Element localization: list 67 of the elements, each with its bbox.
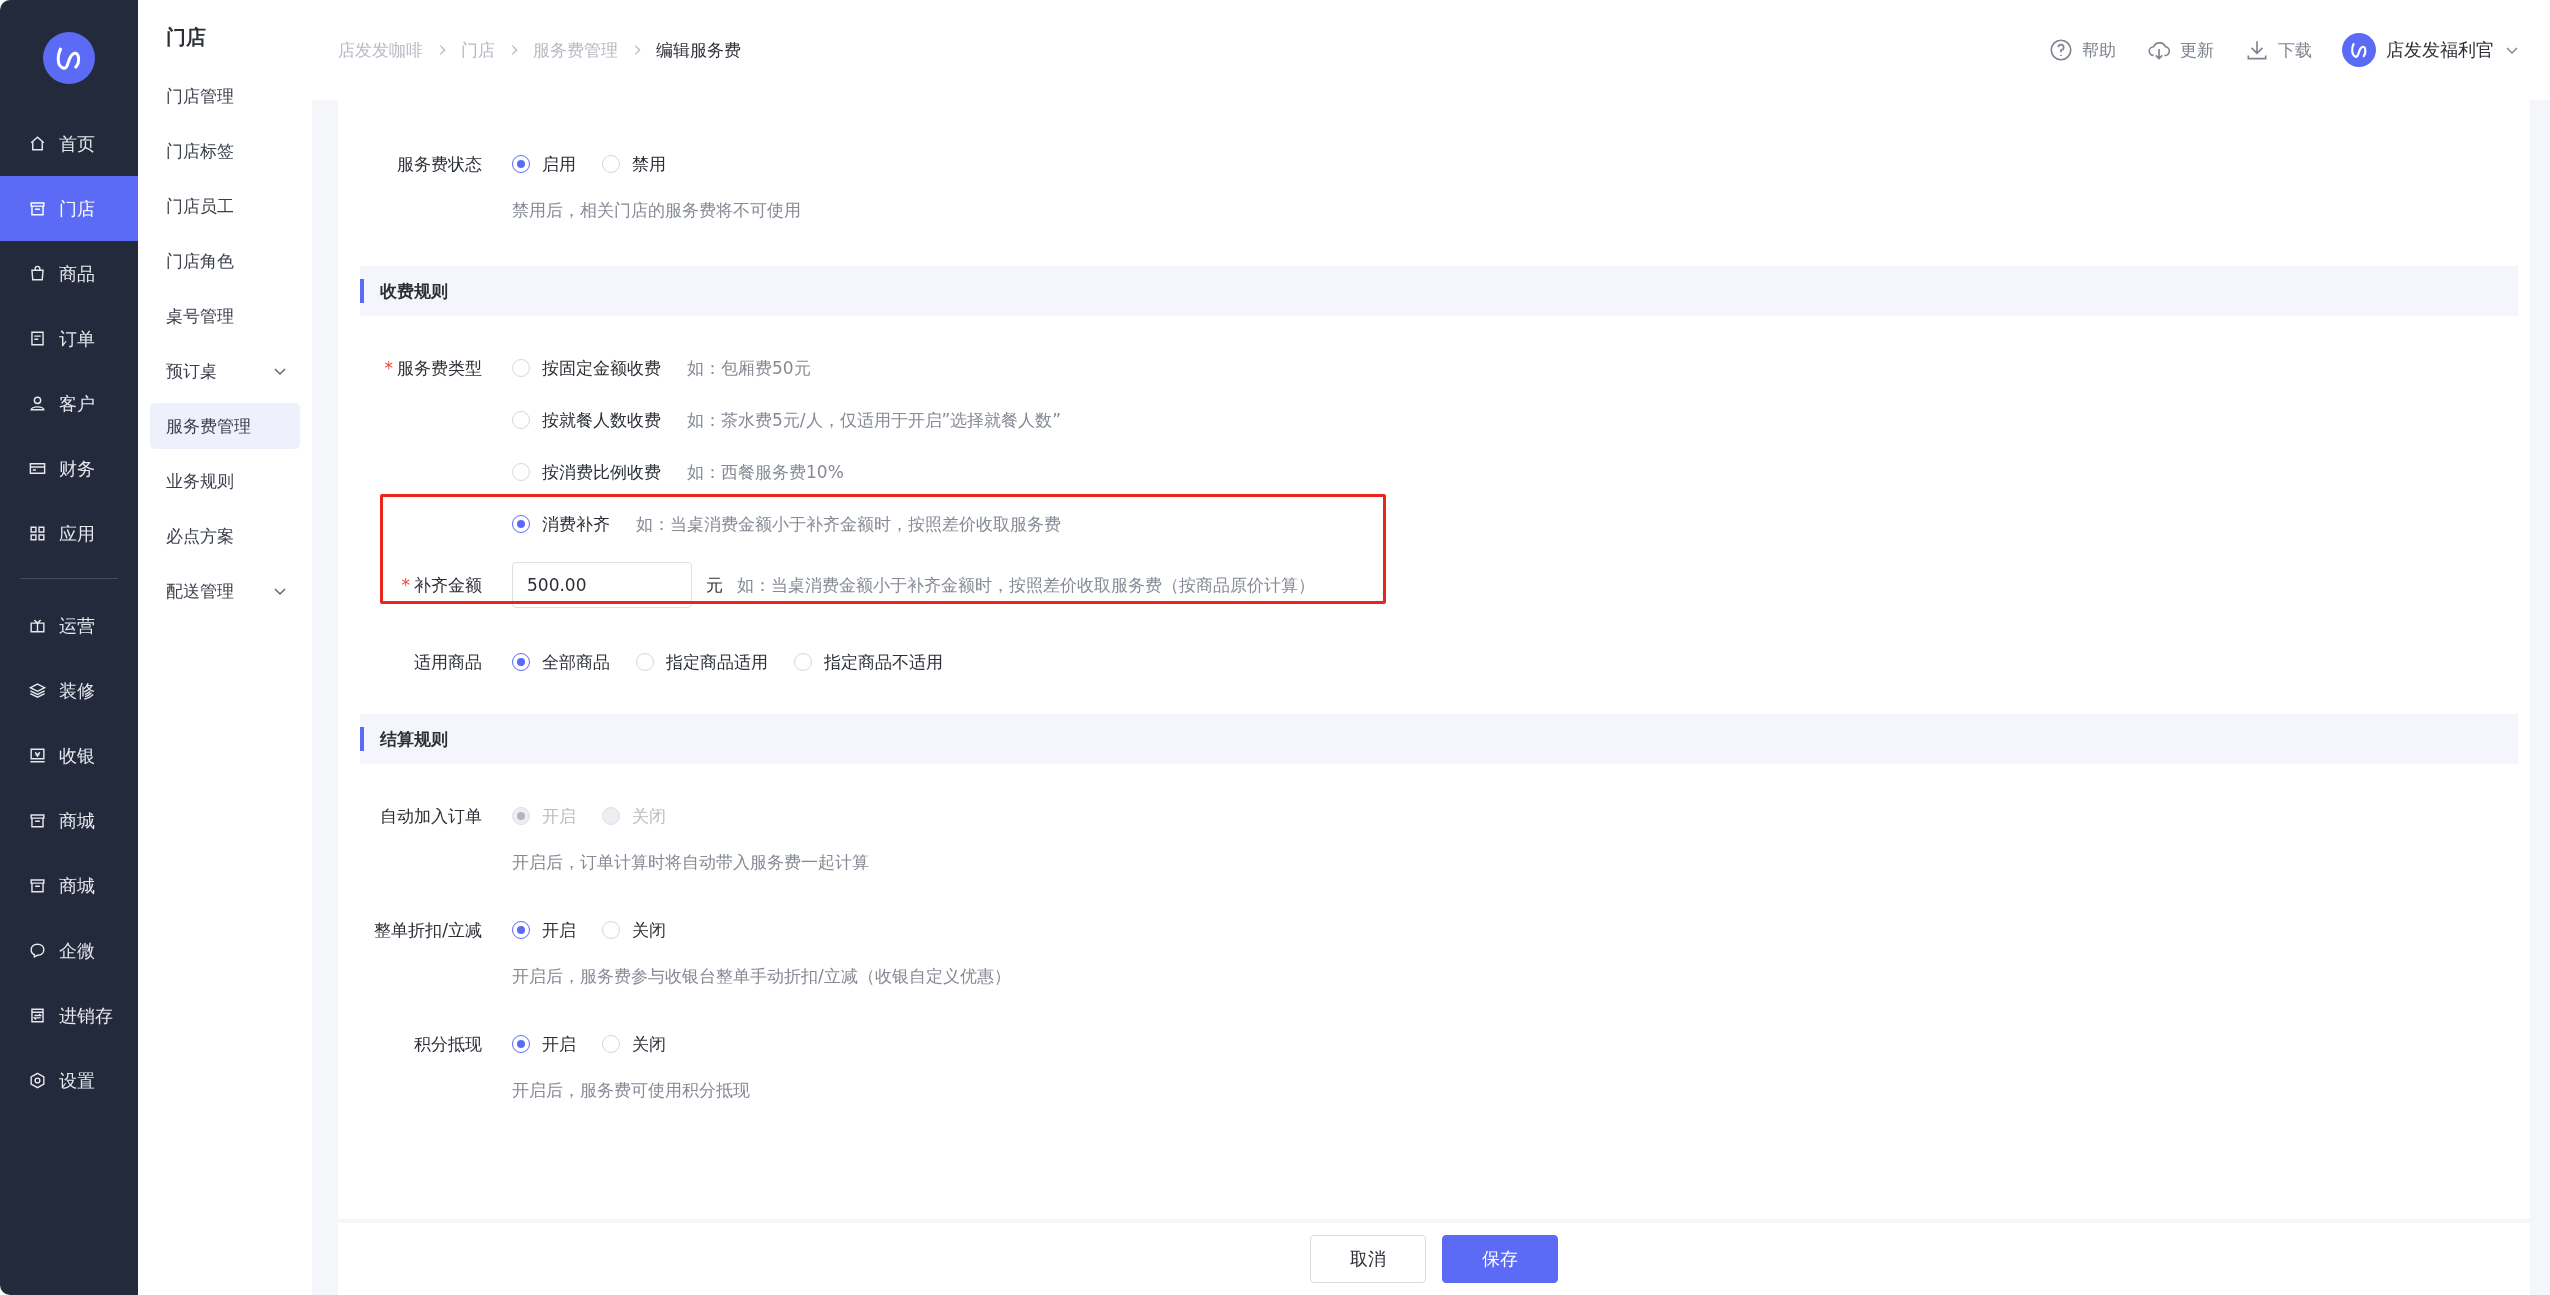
hint-text: 开启后，订单计算时将自动带入服务费一起计算 [512, 851, 869, 874]
nav-item[interactable]: 企微 [0, 918, 138, 983]
hint-text: 开启后，服务费参与收银台整单手动折扣/立减（收银自定义优惠） [512, 965, 1011, 988]
nav-item[interactable]: 财务 [0, 436, 138, 501]
radio-option[interactable]: 按固定金额收费 [512, 356, 661, 380]
submenu-item[interactable]: 门店员工 [150, 183, 300, 229]
radio-option[interactable]: 指定商品适用 [636, 650, 768, 674]
submenu-item[interactable]: 门店角色 [150, 238, 300, 284]
nav-item[interactable]: 客户 [0, 371, 138, 436]
nav-item[interactable]: 商城 [0, 788, 138, 853]
radio-option[interactable]: 开启 [512, 918, 576, 942]
submenu-item[interactable]: 业务规则 [150, 458, 300, 504]
toolbar-link[interactable]: 下载 [2244, 37, 2312, 63]
submenu-title: 门店 [165, 24, 207, 51]
user-menu[interactable]: 店发发福利官 [2342, 33, 2520, 67]
field-label: 积分抵现 [413, 1033, 482, 1056]
section-title: 收费规则 [380, 279, 448, 303]
radio-option[interactable]: 关闭 [602, 918, 666, 942]
field-label: 适用商品 [413, 651, 482, 674]
nav-item[interactable]: 设置 [0, 1048, 138, 1113]
example-text: 如：包厢费50元 [687, 356, 811, 380]
submenu-item[interactable]: 必点方案 [150, 513, 300, 559]
example-text: 如：当桌消费金额小于补齐金额时，按照差价收取服务费（按商品原价计算） [737, 573, 1315, 597]
toolbar-link[interactable]: 帮助 [2048, 37, 2116, 63]
field-label: * 补齐金额 [400, 574, 482, 597]
save-button[interactable]: 保存 [1442, 1235, 1558, 1283]
amount-input[interactable]: 500.00 [512, 562, 692, 608]
nav-item[interactable]: 门店 [0, 176, 138, 241]
nav-item[interactable]: 应用 [0, 501, 138, 566]
submenu-item[interactable]: 桌号管理 [150, 293, 300, 339]
nav-item[interactable]: 装修 [0, 658, 138, 723]
radio-option[interactable]: 启用 [512, 152, 576, 176]
field-label: * 服务费类型 [383, 357, 482, 380]
radio-option[interactable]: 按就餐人数收费 [512, 408, 661, 432]
radio-option[interactable]: 禁用 [602, 152, 666, 176]
submenu-item[interactable]: 服务费管理 [150, 403, 300, 449]
nav-item[interactable]: 商品 [0, 241, 138, 306]
example-text: 如：当桌消费金额小于补齐金额时，按照差价收取服务费 [636, 512, 1061, 536]
section-title: 结算规则 [380, 727, 448, 751]
cancel-button[interactable]: 取消 [1310, 1235, 1426, 1283]
radio-option[interactable]: 全部商品 [512, 650, 610, 674]
field-label: 整单折扣/立减 [373, 919, 482, 942]
required-mark: * [384, 358, 393, 378]
radio-option[interactable]: 关闭 [602, 1032, 666, 1056]
submenu-item[interactable]: 预订桌 [150, 348, 300, 394]
example-text: 如：西餐服务费10% [687, 460, 844, 484]
required-mark: * [401, 575, 410, 595]
submenu-item[interactable]: 门店管理 [150, 73, 300, 119]
nav-item[interactable]: 收银 [0, 723, 138, 788]
field-label: 服务费状态 [396, 153, 482, 176]
hint-text: 禁用后，相关门店的服务费将不可使用 [512, 199, 801, 222]
nav-item[interactable]: 订单 [0, 306, 138, 371]
field-label: 自动加入订单 [379, 805, 482, 828]
submenu-item[interactable]: 门店标签 [150, 128, 300, 174]
nav-item[interactable]: 商城 [0, 853, 138, 918]
nav-item[interactable]: 进销存 [0, 983, 138, 1048]
toolbar-link[interactable]: 更新 [2146, 37, 2214, 63]
unit-text: 元 [706, 573, 723, 597]
radio-option[interactable]: 指定商品不适用 [794, 650, 943, 674]
radio-option[interactable]: 按消费比例收费 [512, 460, 661, 484]
nav-item[interactable]: 首页 [0, 111, 138, 176]
hint-text: 开启后，服务费可使用积分抵现 [512, 1079, 750, 1102]
radio-option[interactable]: 消费补齐 [512, 512, 610, 536]
nav-item[interactable]: 运营 [0, 593, 138, 658]
radio-option[interactable]: 开启 [512, 1032, 576, 1056]
example-text: 如：茶水费5元/人，仅适用于开启”选择就餐人数” [687, 408, 1062, 432]
submenu-item[interactable]: 配送管理 [150, 568, 300, 614]
